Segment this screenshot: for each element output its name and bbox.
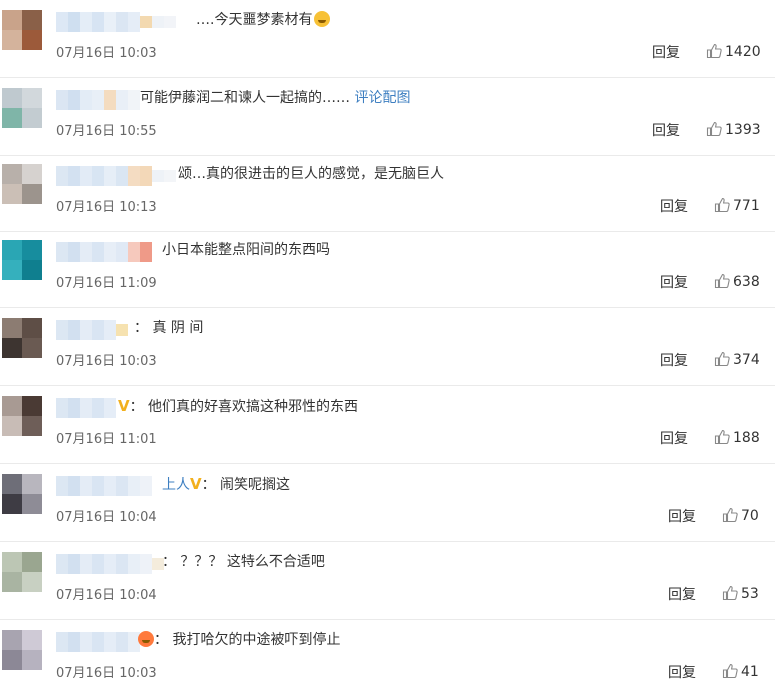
thumbs-up-icon [706,121,722,137]
comment-item: ： ？？？ 这特么不合适吧 07月16日 10:04 回复 53 [0,542,775,620]
username-blurred[interactable] [56,12,176,32]
like-button[interactable]: 188 [714,429,760,446]
verified-v-badge: V [190,475,202,493]
username-blurred[interactable] [56,476,160,496]
verified-v-badge: V [118,397,130,415]
comment-text: V： 他们真的好喜欢搞这种邪性的东西 [118,397,359,415]
comment-item: 颂…真的很进击的巨人的感觉，是无脑巨人 07月16日 10:13 回复 771 [0,154,775,232]
reply-button[interactable]: 回复 [668,662,696,682]
like-button[interactable]: 41 [722,663,759,680]
comment-list: ….今天噩梦素材有 07月16日 10:03 回复 1420 可能伊藤润二和谏人… [0,0,775,687]
like-button[interactable]: 771 [714,197,760,214]
comment-item: 可能伊藤润二和谏人一起搞的…… 评论配图 07月16日 10:55 回复 139… [0,78,775,156]
comment-time: 07月16日 11:09 [56,276,157,291]
comment-item: 小日本能整点阳间的东西吗 07月16日 11:09 回复 638 [0,230,775,308]
thumbs-up-icon [706,43,722,59]
comment-text: 颂…真的很进击的巨人的感觉，是无脑巨人 [178,166,444,182]
comment-image-link[interactable]: 评论配图 [354,90,410,106]
reply-button[interactable]: 回复 [660,350,688,370]
username-blurred[interactable] [56,632,140,652]
comment-text: ： 真 阴 间 [134,320,204,336]
avatar[interactable] [2,164,42,204]
comment-text: 可能伊藤润二和谏人一起搞的…… 评论配图 [140,90,411,106]
like-button[interactable]: 53 [722,585,759,602]
avatar[interactable] [2,240,42,280]
thumbs-up-icon [714,351,730,367]
reply-button[interactable]: 回复 [652,120,680,140]
username-blurred[interactable] [56,242,152,262]
comment-text: ： 我打哈欠的中途被吓到停止 [136,630,340,650]
username-blurred[interactable] [56,398,116,418]
reply-button[interactable]: 回复 [652,42,680,62]
comment-text: 上人V： 闹笑呢搁这 [162,475,291,493]
username-blurred[interactable] [56,554,164,574]
reply-button[interactable]: 回复 [660,272,688,292]
avatar[interactable] [2,474,42,514]
avatar[interactable] [2,318,42,358]
reply-button[interactable]: 回复 [668,506,696,526]
reply-button[interactable]: 回复 [660,196,688,216]
comment-item: 上人V： 闹笑呢搁这 07月16日 10:04 回复 70 [0,464,775,542]
avatar[interactable] [2,630,42,670]
username-link[interactable]: 上人 [162,477,190,493]
grinning-sweat-emoji [314,11,331,27]
comment-time: 07月16日 10:03 [56,46,157,61]
reply-button[interactable]: 回复 [660,428,688,448]
like-button[interactable]: 374 [714,351,760,368]
comment-time: 07月16日 10:03 [56,666,157,681]
thumbs-up-icon [722,507,738,523]
comment-time: 07月16日 10:55 [56,124,157,139]
thumbs-up-icon [714,429,730,445]
thumbs-up-icon [722,585,738,601]
comment-text: 小日本能整点阳间的东西吗 [162,242,330,258]
comment-time: 07月16日 10:13 [56,200,157,215]
username-blurred[interactable] [56,90,140,110]
comment-text: ….今天噩梦素材有 [196,10,331,30]
comment-item: V： 他们真的好喜欢搞这种邪性的东西 07月16日 11:01 回复 188 [0,386,775,464]
thumbs-up-icon [714,273,730,289]
comment-time: 07月16日 10:04 [56,510,157,525]
avatar[interactable] [2,10,42,50]
comment-item: ： 我打哈欠的中途被吓到停止 07月16日 10:03 回复 41 [0,620,775,698]
username-blurred[interactable] [56,166,176,186]
like-button[interactable]: 1420 [706,43,761,60]
avatar[interactable] [2,396,42,436]
crown-emoji [138,631,154,647]
avatar[interactable] [2,88,42,128]
comment-time: 07月16日 10:03 [56,354,157,369]
comment-time: 07月16日 10:04 [56,588,157,603]
username-blurred[interactable] [56,320,128,340]
comment-text: ： ？？？ 这特么不合适吧 [162,554,325,570]
avatar[interactable] [2,552,42,592]
like-button[interactable]: 1393 [706,121,761,138]
comment-item: ….今天噩梦素材有 07月16日 10:03 回复 1420 [0,0,775,78]
reply-button[interactable]: 回复 [668,584,696,604]
like-button[interactable]: 638 [714,273,760,290]
like-button[interactable]: 70 [722,507,759,524]
thumbs-up-icon [722,663,738,679]
comment-item: ： 真 阴 间 07月16日 10:03 回复 374 [0,308,775,386]
thumbs-up-icon [714,197,730,213]
comment-time: 07月16日 11:01 [56,432,157,447]
